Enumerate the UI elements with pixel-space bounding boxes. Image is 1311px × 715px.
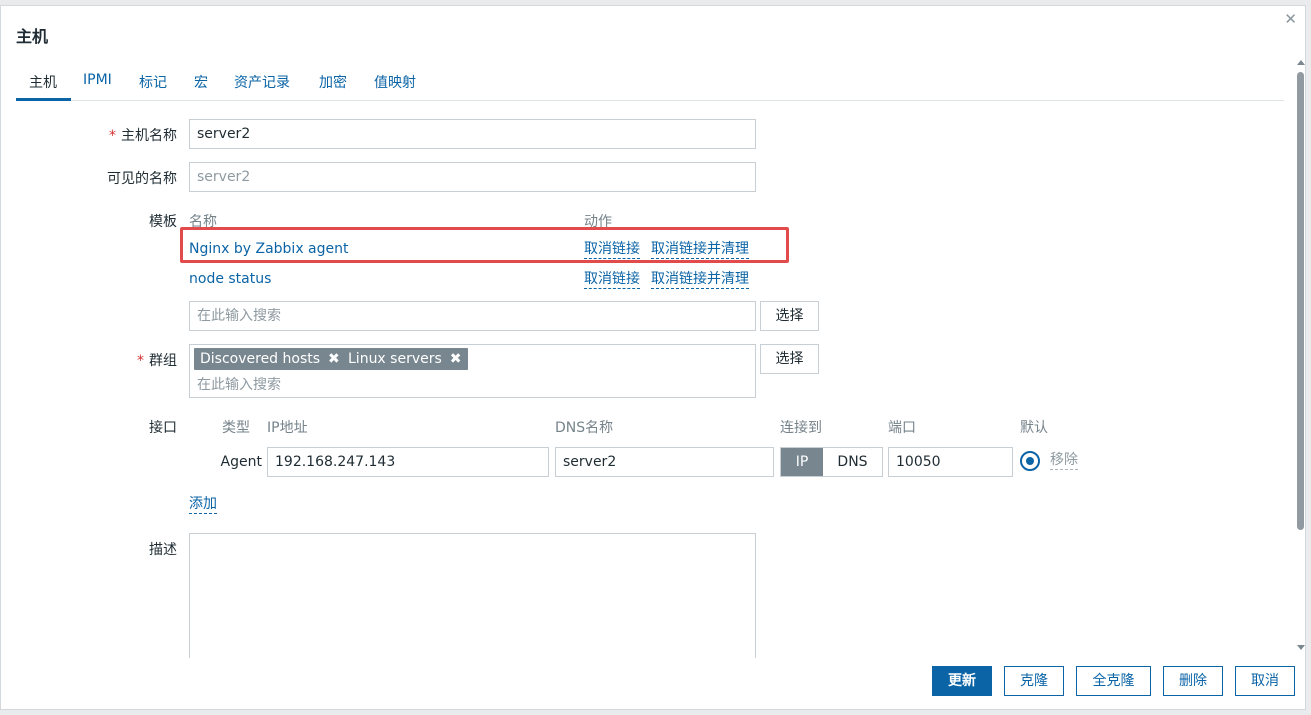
interface-col-port: 端口 xyxy=(888,420,916,436)
interface-dns-input[interactable]: server2 xyxy=(555,447,774,477)
close-icon[interactable]: ✕ xyxy=(1284,10,1297,28)
scroll-up-arrow-icon[interactable] xyxy=(1297,60,1305,65)
unlink-clear-node-status-link[interactable]: 取消链接并清理 xyxy=(651,271,749,289)
cancel-button[interactable]: 取消 xyxy=(1235,666,1295,696)
interface-ip-input[interactable]: 192.168.247.143 xyxy=(267,447,549,477)
unlink-clear-nginx-link[interactable]: 取消链接并清理 xyxy=(651,241,749,259)
groups-label-text: 群组 xyxy=(149,353,177,369)
unlink-node-status-link[interactable]: 取消链接 xyxy=(584,271,640,289)
tab-encryption[interactable]: 加密 xyxy=(319,72,347,92)
interfaces-label: 接口 xyxy=(149,420,177,436)
remove-interface-link: 移除 xyxy=(1050,452,1078,470)
tab-tags[interactable]: 标记 xyxy=(139,72,167,92)
interface-col-ip: IP地址 xyxy=(267,420,308,436)
templates-col-name: 名称 xyxy=(189,214,217,230)
interface-col-connect: 连接到 xyxy=(780,420,822,436)
groups-label: * 群组 xyxy=(90,350,177,370)
required-mark: * xyxy=(109,128,116,144)
chip-label: Linux servers xyxy=(348,351,442,367)
scroll-down-arrow-icon[interactable] xyxy=(1297,645,1305,650)
templates-col-action: 动作 xyxy=(584,214,612,230)
groups-multiselect[interactable]: Discovered hosts ✖ Linux servers ✖ 在此输入搜索 xyxy=(189,344,756,398)
interface-type-agent: Agent xyxy=(220,454,262,470)
tab-bar: 主机 IPMI 标记 宏 资产记录 加密 值映射 xyxy=(16,66,1284,101)
add-interface-link[interactable]: 添加 xyxy=(189,496,217,514)
unlink-nginx-link[interactable]: 取消链接 xyxy=(584,241,640,259)
group-chip-discovered-hosts: Discovered hosts ✖ xyxy=(194,348,346,370)
visible-name-input[interactable]: server2 xyxy=(189,162,756,192)
description-textarea[interactable] xyxy=(189,533,756,658)
tab-ipmi[interactable]: IPMI xyxy=(83,72,112,88)
dialog-title: 主机 xyxy=(16,27,49,46)
delete-button[interactable]: 删除 xyxy=(1163,666,1223,696)
default-interface-radio[interactable] xyxy=(1020,451,1040,471)
scrollbar-thumb[interactable] xyxy=(1297,72,1304,530)
group-chip-linux-servers: Linux servers ✖ xyxy=(342,348,468,370)
interface-col-default: 默认 xyxy=(1020,420,1048,436)
visible-name-label: 可见的名称 xyxy=(107,171,177,187)
connect-ip-button[interactable]: IP xyxy=(781,448,823,476)
template-link-nginx[interactable]: Nginx by Zabbix agent xyxy=(189,241,349,257)
host-name-label-text: 主机名称 xyxy=(121,128,177,144)
tab-inventory[interactable]: 资产记录 xyxy=(234,72,290,92)
connect-dns-button[interactable]: DNS xyxy=(823,448,882,476)
description-label: 描述 xyxy=(149,542,177,558)
remove-chip-icon[interactable]: ✖ xyxy=(328,351,340,367)
full-clone-button[interactable]: 全克隆 xyxy=(1076,666,1151,696)
groups-search-placeholder[interactable]: 在此输入搜索 xyxy=(197,374,281,394)
groups-select-button[interactable]: 选择 xyxy=(760,344,819,374)
template-search-input[interactable]: 在此输入搜索 xyxy=(189,301,756,331)
host-name-label: * 主机名称 xyxy=(90,125,177,145)
interface-col-type: 类型 xyxy=(222,420,250,436)
remove-chip-icon[interactable]: ✖ xyxy=(450,351,462,367)
update-button[interactable]: 更新 xyxy=(932,666,992,696)
interface-port-input[interactable]: 10050 xyxy=(888,447,1013,477)
connect-to-toggle: IP DNS xyxy=(780,447,883,477)
interface-col-dns: DNS名称 xyxy=(555,420,614,436)
active-tab-indicator xyxy=(16,98,71,101)
host-name-input[interactable]: server2 xyxy=(189,119,756,149)
templates-label: 模板 xyxy=(149,214,177,230)
clone-button[interactable]: 克隆 xyxy=(1004,666,1064,696)
tab-macros[interactable]: 宏 xyxy=(194,72,208,92)
tab-value-mapping[interactable]: 值映射 xyxy=(374,72,416,92)
tab-host[interactable]: 主机 xyxy=(29,72,57,92)
chip-label: Discovered hosts xyxy=(200,351,321,367)
required-mark: * xyxy=(137,353,144,369)
template-link-node-status[interactable]: node status xyxy=(189,271,271,287)
template-select-button[interactable]: 选择 xyxy=(760,301,819,331)
